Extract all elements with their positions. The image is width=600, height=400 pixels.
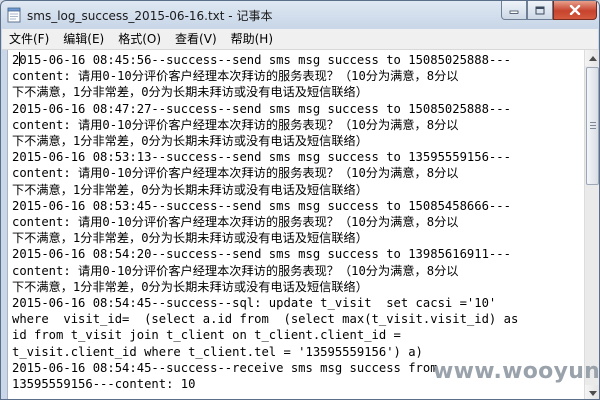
menu-help[interactable]: 帮助(H) xyxy=(224,29,280,49)
text-line: content: 请用0-10分评价客户经理本次拜访的服务表现？（10分为满意，… xyxy=(12,166,459,181)
thumb-grip xyxy=(590,125,596,126)
title-bar[interactable]: sms_log_success_2015-06-16.txt - 记事本 xyxy=(1,1,599,29)
menu-view[interactable]: 查看(V) xyxy=(168,29,224,49)
vertical-scrollbar[interactable] xyxy=(584,50,599,399)
text-line: 下不满意，1分非常差，0分为长期未拜访或没有电话及短信联络） xyxy=(12,231,368,246)
menu-format[interactable]: 格式(O) xyxy=(111,29,168,49)
document-text: 2015-06-16 08:45:56--success--send sms m… xyxy=(12,52,583,392)
text-line: content: 请用0-10分评价客户经理本次拜访的服务表现？（10分为满意，… xyxy=(12,263,459,278)
text-line: where visit_id= (select a.id from (selec… xyxy=(12,312,519,327)
first-line-rest: 015-06-16 08:45:56--success--send sms ms… xyxy=(19,53,511,67)
text-line: 13595559156---content: 10 xyxy=(12,377,196,392)
arrow-up-icon xyxy=(588,55,597,61)
line-first: 2015-06-16 08:45:56--success--send sms m… xyxy=(12,52,511,67)
text-line: 下不满意，1分非常差，0分为长期未拜访或没有电话及短信联络） xyxy=(12,279,368,294)
text-editor[interactable]: 2015-06-16 08:45:56--success--send sms m… xyxy=(7,50,585,399)
menu-file[interactable]: 文件(F) xyxy=(2,29,56,49)
text-line: 2015-06-16 08:54:20--success--send sms m… xyxy=(12,247,511,262)
text-line: 下不满意，1分非常差，0分为长期未拜访或没有电话及短信联络） xyxy=(12,134,368,149)
text-line: 2015-06-16 08:53:13--success--send sms m… xyxy=(12,150,511,165)
text-line: content: 请用0-10分评价客户经理本次拜访的服务表现？（10分为满意，… xyxy=(12,215,459,230)
notepad-window: sms_log_success_2015-06-16.txt - 记事本 文件(… xyxy=(0,0,600,400)
window-title: sms_log_success_2015-06-16.txt - 记事本 xyxy=(27,9,273,23)
watermark: www.wooyun.org xyxy=(433,359,600,384)
arrow-down-icon xyxy=(588,390,597,396)
thumb-grip xyxy=(590,128,596,129)
caption-buttons xyxy=(501,1,597,21)
close-icon xyxy=(569,5,581,15)
maximize-button[interactable] xyxy=(527,1,553,20)
text-line: content: 请用0-10分评价客户经理本次拜访的服务表现？（10分为满意，… xyxy=(12,117,459,132)
text-line: 2015-06-16 08:47:27--success--send sms m… xyxy=(12,101,511,116)
maximize-icon xyxy=(535,6,545,14)
scroll-down-button[interactable] xyxy=(585,385,599,399)
menu-edit[interactable]: 编辑(E) xyxy=(56,29,111,49)
text-line: content: 请用0-10分评价客户经理本次拜访的服务表现？（10分为满意，… xyxy=(12,69,459,84)
scroll-up-button[interactable] xyxy=(585,50,599,66)
text-line: 下不满意，1分非常差，0分为长期未拜访或没有电话及短信联络） xyxy=(12,85,368,100)
notepad-icon xyxy=(7,7,21,23)
menu-bar: 文件(F) 编辑(E) 格式(O) 查看(V) 帮助(H) xyxy=(2,29,598,50)
scroll-thumb[interactable] xyxy=(586,67,599,185)
text-line: t_visit.client_id where t_client.tel = '… xyxy=(12,344,423,359)
text-line: id from t_visit join t_client on t_clien… xyxy=(12,328,401,343)
text-line: 2015-06-16 08:54:45--success--receive sm… xyxy=(12,360,438,375)
text-line: 2015-06-16 08:53:45--success--send sms m… xyxy=(12,198,511,213)
close-button[interactable] xyxy=(553,1,597,20)
text-line: 下不满意，1分非常差，0分为长期未拜访或没有电话及短信联络） xyxy=(12,182,368,197)
minimize-icon xyxy=(509,10,519,14)
minimize-button[interactable] xyxy=(501,1,527,20)
thumb-grip xyxy=(590,122,596,123)
text-line: 2015-06-16 08:54:45--success--sql: updat… xyxy=(12,296,497,311)
